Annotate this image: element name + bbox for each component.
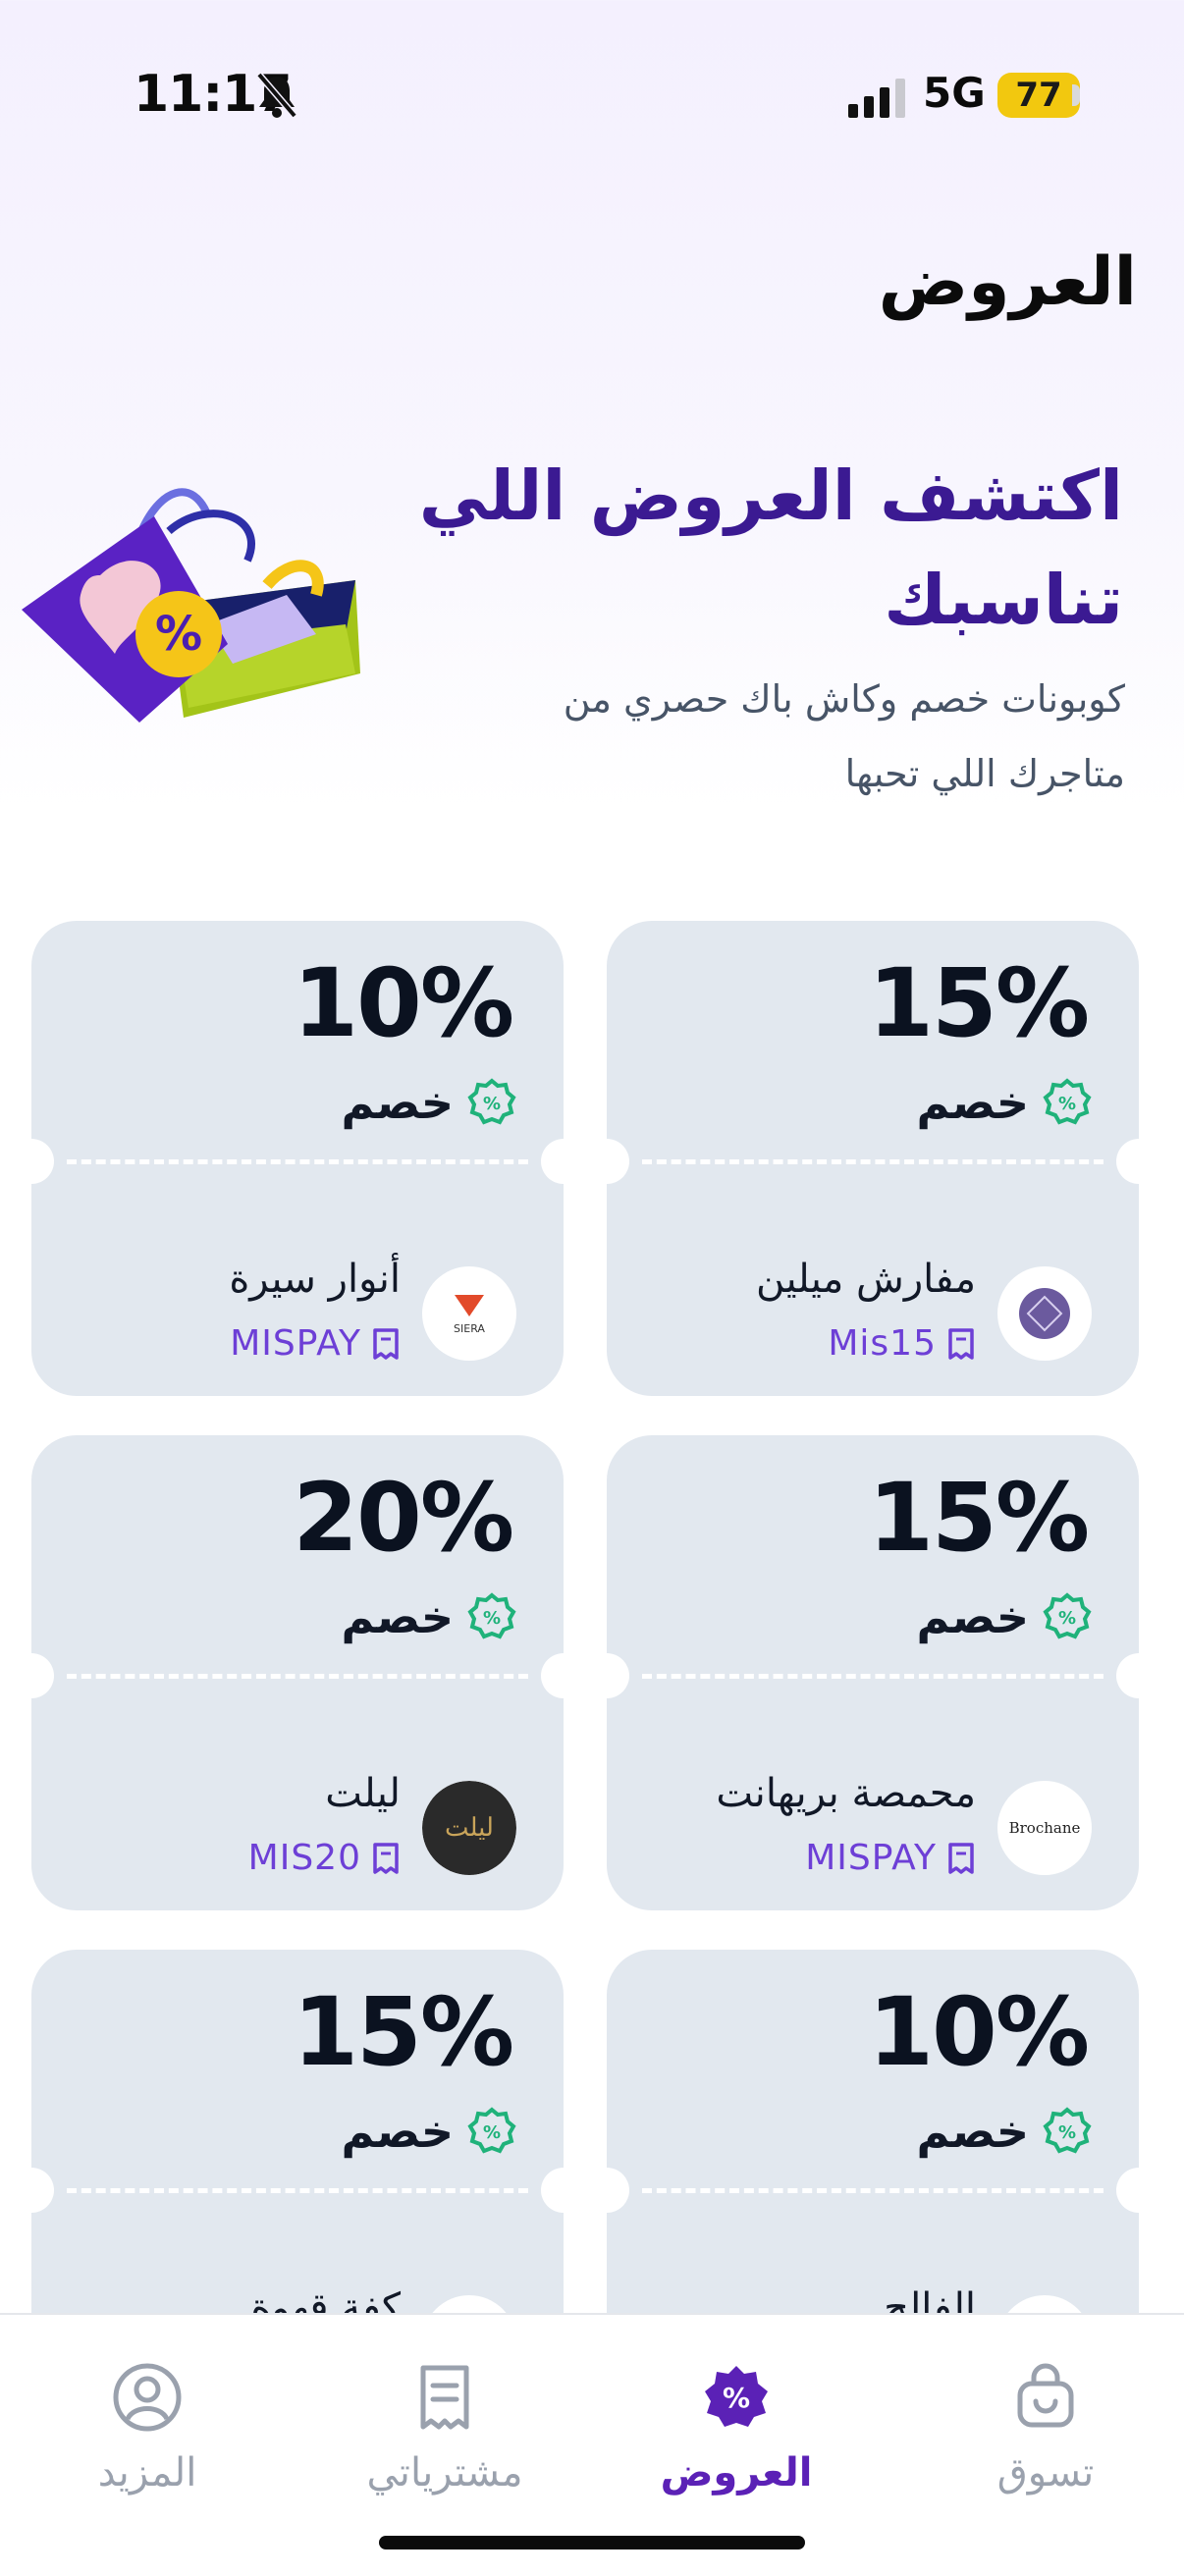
discount-badge-icon: % <box>467 2107 516 2154</box>
svg-text:%: % <box>483 1608 501 1629</box>
offer-card[interactable]: 15%% خصم مفارش ميلين Mis15 <box>607 921 1139 1396</box>
offers-badge-icon: % <box>705 2366 768 2427</box>
discount-row: % خصم <box>916 2105 1092 2158</box>
svg-text:%: % <box>483 2122 501 2143</box>
card-notch <box>607 1653 629 1698</box>
card-divider <box>67 1159 528 1164</box>
merchant-logo: ليلت <box>422 1781 516 1875</box>
discount-percent: 10% <box>293 948 514 1058</box>
nav-shop-label: تسوق <box>996 2450 1095 2496</box>
svg-text:%: % <box>723 2382 750 2414</box>
coupon-code-row[interactable]: MISPAY <box>230 1323 401 1364</box>
discount-percent: 10% <box>868 1977 1090 2087</box>
coupon-code-row[interactable]: MIS20 <box>248 1838 401 1878</box>
discount-badge-icon: % <box>467 1592 516 1639</box>
svg-text:%: % <box>483 1094 501 1114</box>
discount-row: % خصم <box>341 2105 516 2158</box>
coupon-code-row[interactable]: MISPAY <box>805 1838 976 1878</box>
card-notch <box>31 1653 54 1698</box>
discount-percent: 20% <box>293 1463 514 1573</box>
coupon-icon <box>373 1842 399 1874</box>
receipt-icon <box>420 2365 469 2430</box>
svg-text:%: % <box>155 607 202 662</box>
merchant-name: مفارش ميلين <box>756 1257 976 1302</box>
discount-label: خصم <box>341 1076 454 1129</box>
merchant-name: محمصة بريهانت <box>716 1771 976 1816</box>
discount-badge-icon: % <box>467 1078 516 1125</box>
discount-badge-icon: % <box>1043 2107 1092 2154</box>
signal-icon <box>848 79 905 118</box>
nav-purchases-label: مشترياتي <box>366 2450 523 2496</box>
coupon-code-row[interactable]: Mis15 <box>828 1323 976 1364</box>
discount-row: % خصم <box>916 1076 1092 1129</box>
card-notch <box>607 2168 629 2213</box>
svg-text:%: % <box>1058 1094 1076 1114</box>
discount-row: % خصم <box>916 1590 1092 1643</box>
card-divider <box>642 2188 1103 2193</box>
card-notch <box>31 1139 54 1184</box>
discount-label: خصم <box>341 1590 454 1643</box>
nav-offers-label: العروض <box>660 2450 813 2496</box>
merchant-logo <box>997 1266 1092 1361</box>
discount-row: % خصم <box>341 1076 516 1129</box>
card-notch <box>541 1653 564 1698</box>
discount-percent: 15% <box>293 1977 514 2087</box>
offer-card[interactable]: 15%% خصم Brochane محمصة بريهانت MISPAY <box>607 1435 1139 1910</box>
merchant-logo: SIERA <box>422 1266 516 1361</box>
card-notch <box>607 1139 629 1184</box>
coupon-code: MIS20 <box>247 1838 361 1878</box>
coupon-icon <box>373 1327 399 1360</box>
card-divider <box>67 1674 528 1679</box>
offer-card[interactable]: 20%% خصم ليلت ليلت MIS20 <box>31 1435 564 1910</box>
coupon-code: Mis15 <box>828 1323 937 1364</box>
network-type: 5G <box>923 69 986 117</box>
merchant-logo: Brochane <box>997 1781 1092 1875</box>
home-indicator <box>379 2536 805 2549</box>
svg-text:%: % <box>1058 2122 1076 2143</box>
coupon-code: MISPAY <box>805 1838 937 1878</box>
battery-indicator: 77 <box>997 73 1080 118</box>
merchant-name: ليلت <box>325 1771 401 1816</box>
shopping-bag-icon <box>1017 2363 1074 2428</box>
battery-level: 77 <box>1015 76 1062 115</box>
hero-subtitle: كوبونات خصم وكاش باك حصري من متاجرك اللي… <box>563 677 1125 795</box>
coupon-icon <box>948 1327 974 1360</box>
discount-label: خصم <box>916 2105 1029 2158</box>
discount-percent: 15% <box>868 948 1090 1058</box>
page-title: العروض <box>878 243 1137 321</box>
card-divider <box>67 2188 528 2193</box>
card-notch <box>1116 2168 1139 2213</box>
user-profile-icon <box>113 2363 182 2432</box>
card-divider <box>642 1159 1103 1164</box>
discount-label: خصم <box>916 1590 1029 1643</box>
discount-badge-icon: % <box>1043 1592 1092 1639</box>
card-notch <box>541 1139 564 1184</box>
nav-more-label: المزيد <box>97 2450 197 2496</box>
shopping-bags-illustration: % <box>22 488 360 723</box>
card-notch <box>31 2168 54 2213</box>
discount-badge-icon: % <box>1043 1078 1092 1125</box>
discount-percent: 15% <box>868 1463 1090 1573</box>
coupon-code: MISPAY <box>230 1323 361 1364</box>
offer-card[interactable]: 10%% خصم SIERA أنوار سيرة MISPAY <box>31 921 564 1396</box>
battery-tip <box>1072 84 1080 106</box>
discount-row: % خصم <box>341 1590 516 1643</box>
merchant-name: أنوار سيرة <box>229 1257 401 1302</box>
card-divider <box>642 1674 1103 1679</box>
discount-label: خصم <box>916 1076 1029 1129</box>
bell-muted-icon <box>256 72 297 119</box>
card-notch <box>541 2168 564 2213</box>
card-notch <box>1116 1139 1139 1184</box>
coupon-icon <box>948 1842 974 1874</box>
svg-text:%: % <box>1058 1608 1076 1629</box>
discount-label: خصم <box>341 2105 454 2158</box>
card-notch <box>1116 1653 1139 1698</box>
hero-heading: اكتشف العروض اللي تناسبك <box>418 456 1123 640</box>
